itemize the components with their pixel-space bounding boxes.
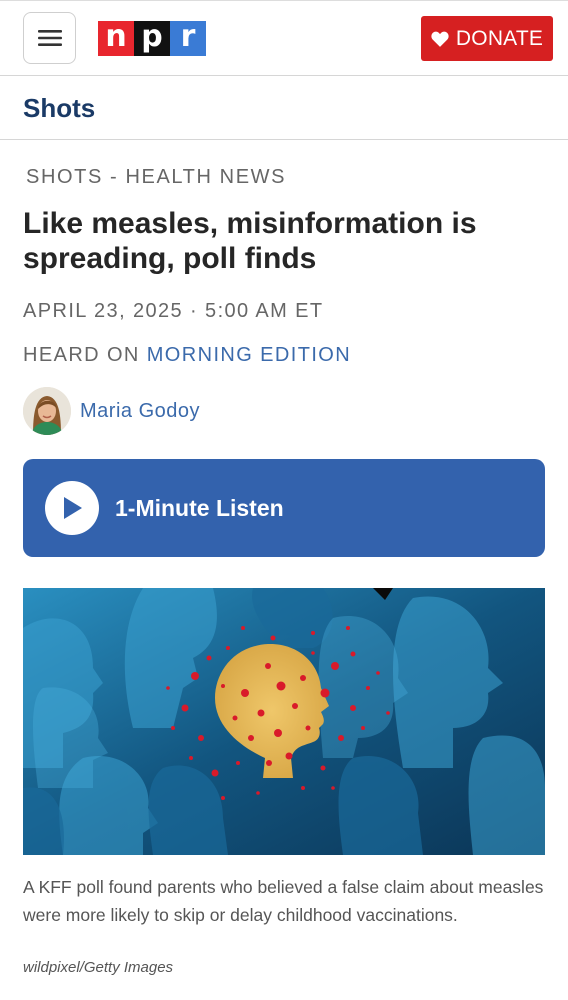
measles-head-illustration — [23, 588, 545, 855]
image-credit: wildpixel/Getty Images — [23, 959, 174, 976]
logo-letter-r: r — [170, 21, 206, 56]
image-caption: A KFF poll found parents who believed a … — [23, 877, 544, 925]
listen-label: 1-Minute Listen — [115, 494, 284, 521]
play-button[interactable] — [45, 481, 99, 535]
play-icon — [64, 497, 82, 519]
article-image[interactable] — [23, 588, 545, 855]
author-avatar[interactable] — [23, 387, 71, 435]
section-link-shots[interactable]: Shots — [23, 93, 95, 124]
donate-button[interactable]: DONATE — [421, 16, 553, 61]
donate-label: DONATE — [455, 26, 544, 50]
author-name[interactable]: Maria Godoy — [80, 400, 200, 423]
article-kicker[interactable]: SHOTS - HEALTH NEWS — [26, 166, 286, 189]
byline: Maria Godoy — [23, 387, 200, 435]
article-headline: Like measles, misinformation is spreadin… — [23, 207, 477, 275]
top-nav-bar: n p r DONATE — [0, 0, 568, 76]
npr-logo[interactable]: n p r — [98, 21, 206, 56]
heart-icon — [431, 31, 449, 47]
heard-on-line: HEARD ON MORNING EDITION — [23, 344, 351, 367]
logo-letter-n: n — [98, 21, 134, 56]
listen-button[interactable]: 1-Minute Listen — [23, 459, 545, 557]
article-date: APRIL 23, 2025 · 5:00 AM ET — [23, 300, 324, 322]
section-bar: Shots — [0, 76, 568, 140]
heard-on-prefix: HEARD ON — [23, 344, 140, 366]
logo-letter-p: p — [134, 21, 170, 56]
menu-button[interactable] — [23, 12, 76, 64]
hamburger-icon — [37, 30, 62, 46]
program-link[interactable]: MORNING EDITION — [147, 344, 351, 366]
